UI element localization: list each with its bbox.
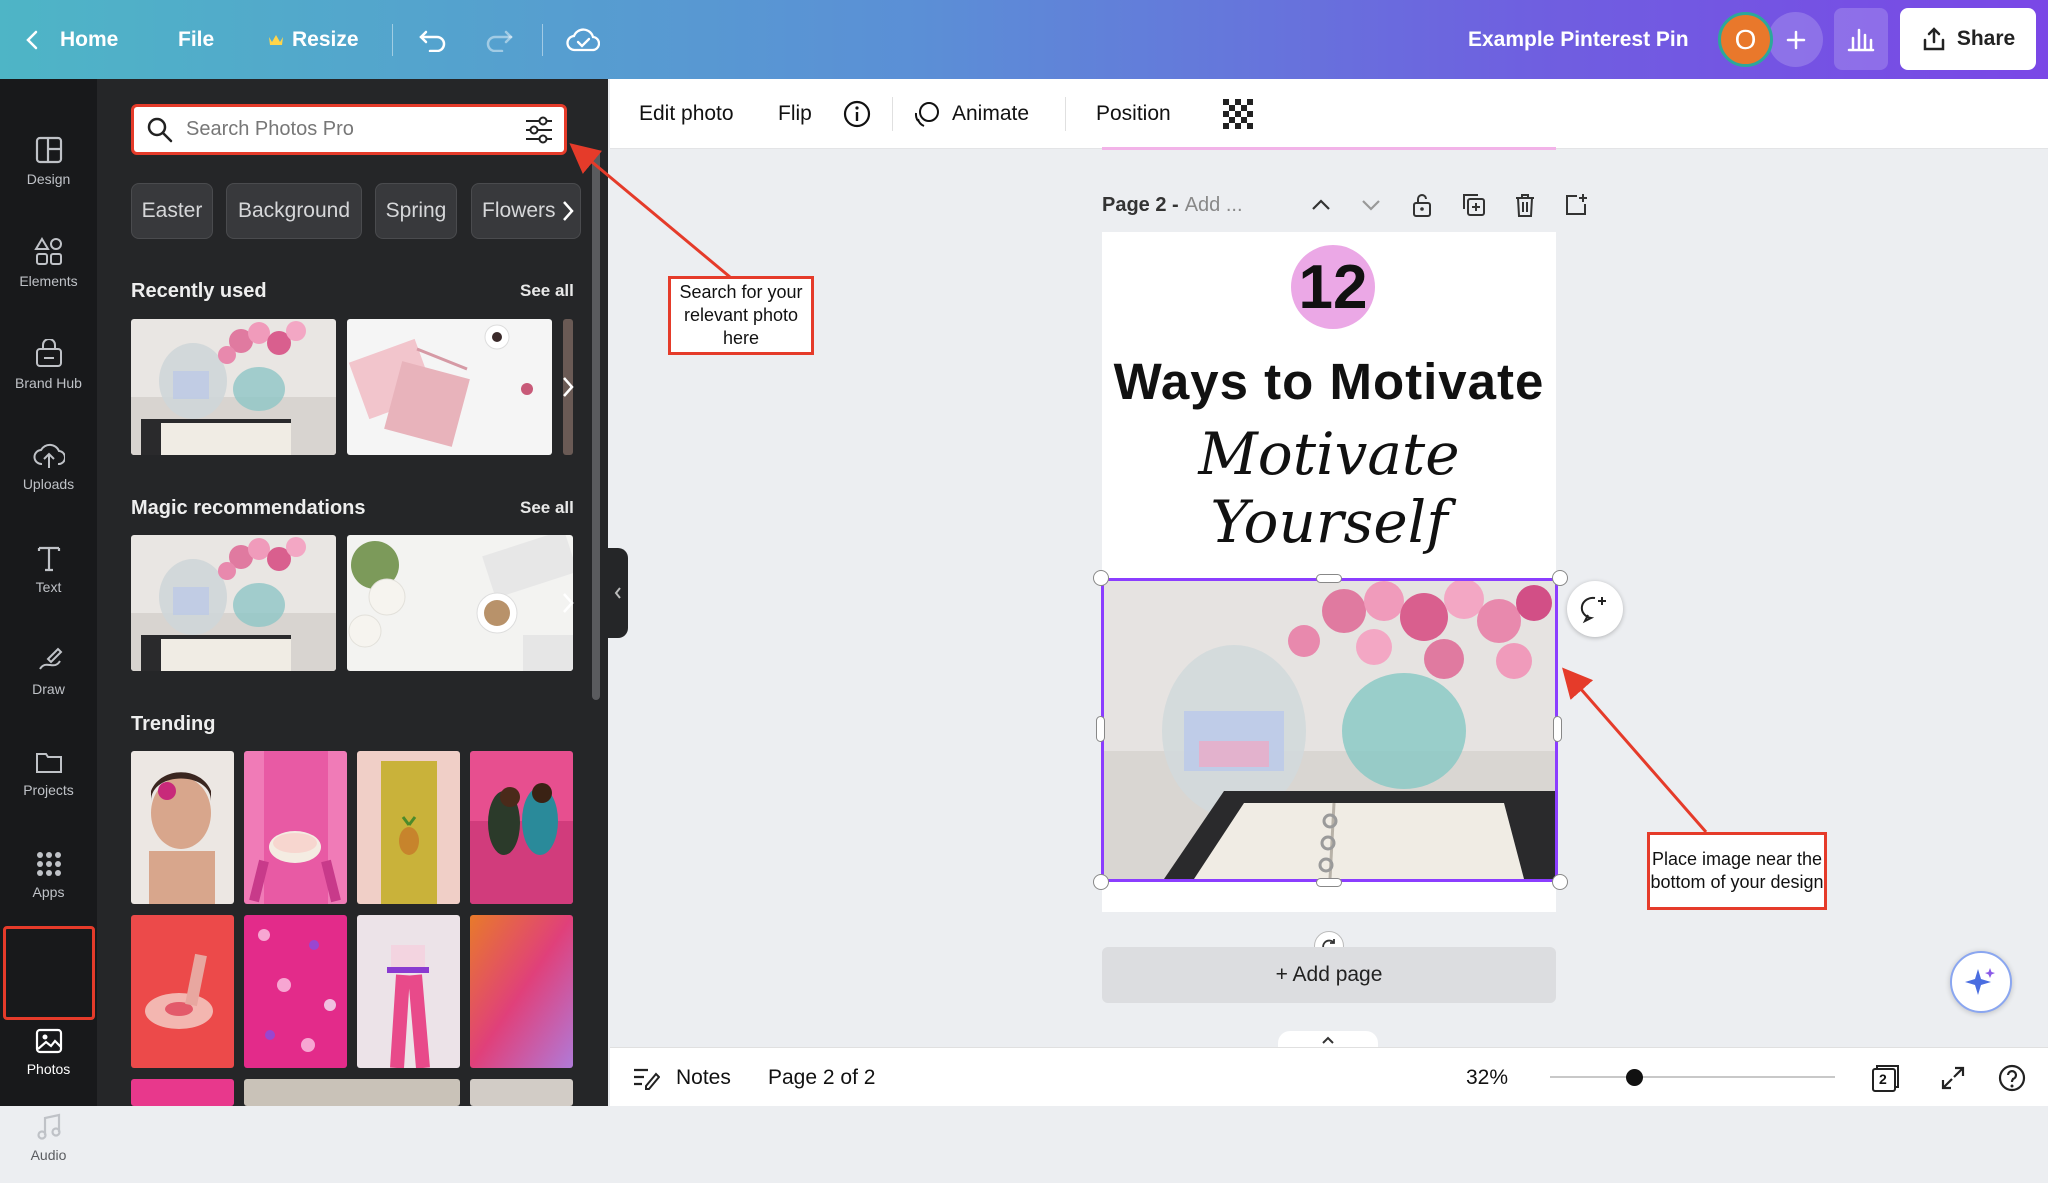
help-icon — [1997, 1063, 2027, 1093]
fullscreen-button[interactable] — [1940, 1048, 1966, 1107]
help-button[interactable] — [1997, 1048, 2027, 1107]
chevron-up-icon — [1321, 1036, 1335, 1045]
zoom-level[interactable]: 32% — [1466, 1048, 1508, 1107]
zoom-slider-track[interactable] — [1550, 1076, 1835, 1078]
notes-label: Notes — [676, 1065, 731, 1089]
pages-icon: 2 — [1870, 1063, 1900, 1093]
magic-assistant-button[interactable] — [1950, 951, 2012, 1013]
rail-item-audio[interactable]: Audio — [0, 1103, 97, 1183]
notes-button[interactable]: Notes — [632, 1048, 731, 1107]
annotation-arrows — [569, 143, 1708, 833]
notes-icon — [632, 1066, 660, 1090]
page-count: 2 — [1879, 1070, 1887, 1087]
sparkle-icon — [1964, 965, 1998, 999]
rail-label: Audio — [30, 1147, 67, 1163]
annotation-callout: Place image near the bottom of your desi… — [1647, 832, 1827, 910]
annotation-callout: Search for your relevant photo here — [668, 276, 814, 355]
music-icon — [35, 1113, 63, 1141]
page-indicator[interactable]: Page 2 of 2 — [768, 1048, 875, 1107]
page-grid-button[interactable]: 2 — [1870, 1048, 1900, 1107]
zoom-slider-knob[interactable] — [1626, 1069, 1643, 1086]
expand-icon — [1940, 1065, 1966, 1091]
